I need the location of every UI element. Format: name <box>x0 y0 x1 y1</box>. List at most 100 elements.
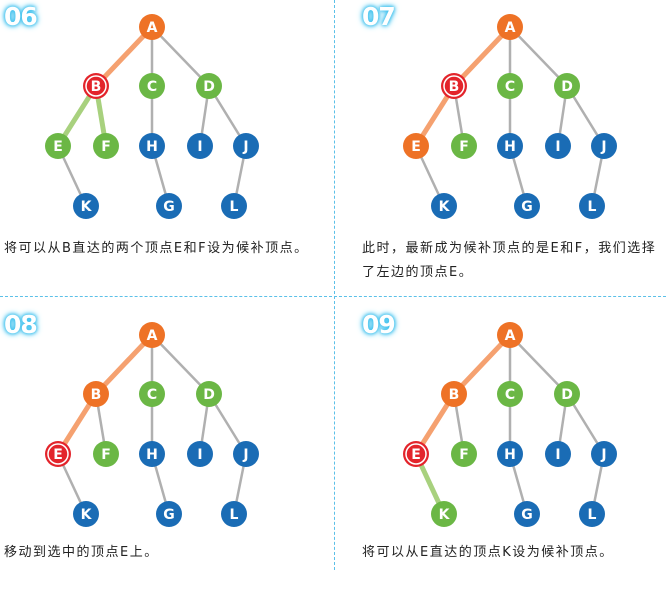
node-label: L <box>588 507 597 523</box>
node-g: G <box>514 193 540 219</box>
node-label: A <box>505 20 516 36</box>
node-label: F <box>101 447 111 463</box>
node-label: C <box>147 387 157 403</box>
node-b: B <box>83 381 109 407</box>
node-label: E <box>411 447 421 463</box>
node-label: G <box>163 199 175 215</box>
node-d: D <box>196 381 222 407</box>
node-e: E <box>403 441 429 467</box>
tree-graph: A B C D E F H I J K G L <box>403 322 617 527</box>
node-label: F <box>459 139 469 155</box>
step-caption: 移动到选中的顶点E上。 <box>4 545 159 560</box>
node-g: G <box>156 501 182 527</box>
panel-step-09: 09 ABCDEFHIJKGL 将可以从E直达的顶点K设为候补顶点。 <box>358 308 666 593</box>
node-g: G <box>156 193 182 219</box>
node-i: I <box>545 441 571 467</box>
node-k: K <box>73 501 99 527</box>
node-label: I <box>555 139 560 155</box>
node-label: J <box>600 139 606 155</box>
node-label: B <box>449 387 460 403</box>
node-e: E <box>403 133 429 159</box>
node-label: J <box>242 139 248 155</box>
node-label: K <box>439 507 451 523</box>
step-caption: 将可以从B直达的两个顶点E和F设为候补顶点。 <box>4 241 309 256</box>
node-k: K <box>431 193 457 219</box>
node-label: H <box>504 447 516 463</box>
node-j: J <box>591 133 617 159</box>
node-label: A <box>147 20 158 36</box>
node-b: B <box>441 73 467 99</box>
horizontal-divider <box>0 296 666 297</box>
node-label: I <box>197 139 202 155</box>
node-f: F <box>451 133 477 159</box>
node-label: L <box>230 199 239 215</box>
node-label: B <box>91 79 102 95</box>
node-label: F <box>459 447 469 463</box>
tree-graph: A B C D E F H I J K G L <box>45 14 259 219</box>
node-l: L <box>221 193 247 219</box>
node-label: L <box>230 507 239 523</box>
node-k: K <box>73 193 99 219</box>
node-a: A <box>139 14 165 40</box>
node-label: E <box>53 139 63 155</box>
node-label: C <box>147 79 157 95</box>
node-label: E <box>411 139 421 155</box>
node-l: L <box>579 501 605 527</box>
node-label: J <box>600 447 606 463</box>
node-label: D <box>203 387 215 403</box>
panel-step-08: 08 ABCDEFHIJKGL 移动到选中的顶点E上。 <box>0 308 333 593</box>
node-b: B <box>83 73 109 99</box>
node-label: H <box>146 447 158 463</box>
tree-graph: A B C D E F H I J K G L <box>45 322 259 527</box>
node-h: H <box>497 133 523 159</box>
node-j: J <box>233 133 259 159</box>
node-f: F <box>93 133 119 159</box>
node-d: D <box>554 381 580 407</box>
node-label: H <box>504 139 516 155</box>
node-label: B <box>449 79 460 95</box>
node-i: I <box>187 441 213 467</box>
node-i: I <box>187 133 213 159</box>
node-d: D <box>196 73 222 99</box>
node-h: H <box>139 133 165 159</box>
node-i: I <box>545 133 571 159</box>
node-e: E <box>45 133 71 159</box>
node-label: A <box>147 328 158 344</box>
node-a: A <box>497 322 523 348</box>
tree-graph: A B C D E F H I J K G L <box>403 14 617 219</box>
node-c: C <box>497 381 523 407</box>
node-f: F <box>93 441 119 467</box>
step-caption: 此时，最新成为候补顶点的是E和F，我们选择了左边的顶点E。 <box>362 241 657 280</box>
node-j: J <box>233 441 259 467</box>
node-h: H <box>497 441 523 467</box>
node-label: A <box>505 328 516 344</box>
panel-step-07: 07 ABCDEFHIJKGL 此时，最新成为候补顶点的是E和F，我们选择了左边… <box>358 0 666 285</box>
node-label: K <box>439 199 451 215</box>
node-l: L <box>579 193 605 219</box>
node-g: G <box>514 501 540 527</box>
node-label: B <box>91 387 102 403</box>
node-label: C <box>505 387 515 403</box>
node-c: C <box>139 73 165 99</box>
node-label: G <box>521 199 533 215</box>
step-caption: 将可以从E直达的顶点K设为候补顶点。 <box>362 545 614 560</box>
node-label: D <box>203 79 215 95</box>
node-label: I <box>197 447 202 463</box>
node-label: J <box>242 447 248 463</box>
node-f: F <box>451 441 477 467</box>
node-c: C <box>497 73 523 99</box>
node-label: H <box>146 139 158 155</box>
node-j: J <box>591 441 617 467</box>
node-label: G <box>163 507 175 523</box>
node-b: B <box>441 381 467 407</box>
node-label: K <box>81 199 93 215</box>
node-h: H <box>139 441 165 467</box>
node-e: E <box>45 441 71 467</box>
node-label: E <box>53 447 63 463</box>
node-c: C <box>139 381 165 407</box>
node-label: D <box>561 79 573 95</box>
node-label: K <box>81 507 93 523</box>
node-label: F <box>101 139 111 155</box>
node-l: L <box>221 501 247 527</box>
node-label: L <box>588 199 597 215</box>
